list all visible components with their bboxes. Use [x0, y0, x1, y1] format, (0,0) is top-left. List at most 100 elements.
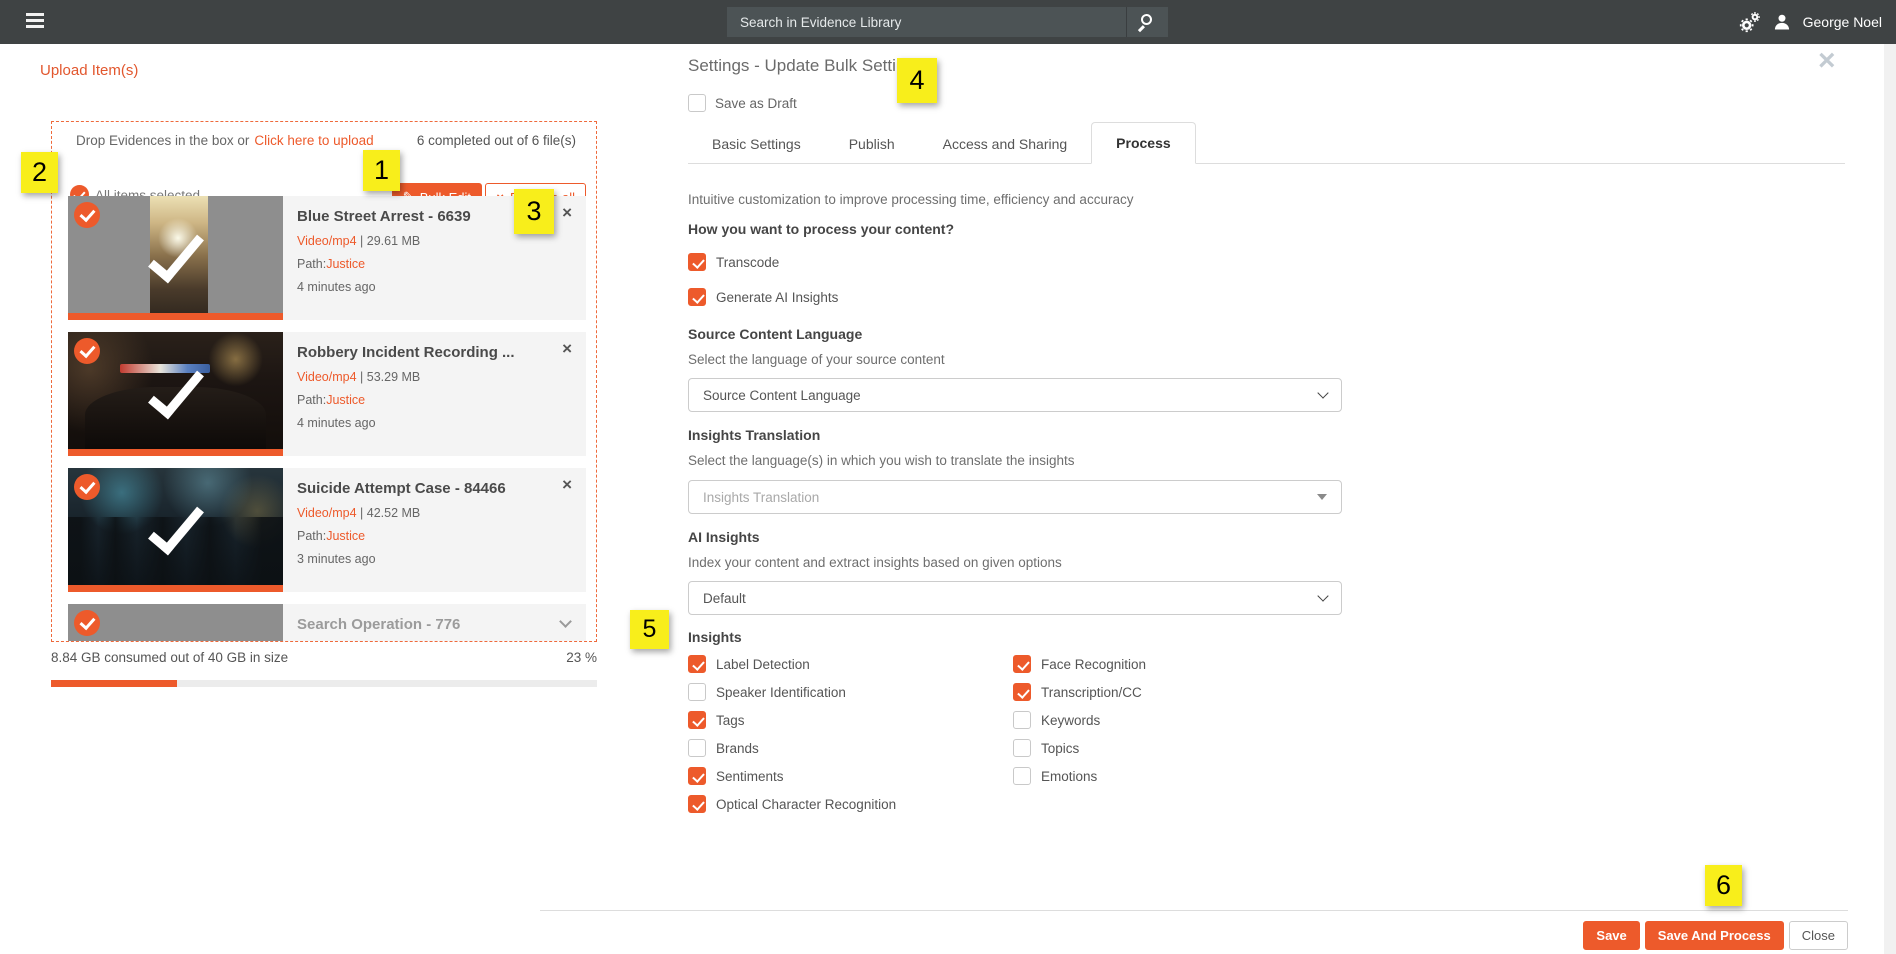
generate-ai-insights-option-row: Generate AI Insights [688, 288, 838, 306]
insights-column-right: Face Recognition Transcription/CC Keywor… [1013, 655, 1146, 785]
settings-panel-title: Settings - Update Bulk Settings [688, 56, 923, 76]
source-language-label: Source Content Language [688, 326, 862, 342]
emotions-checkbox[interactable] [1013, 767, 1031, 785]
save-as-draft-label: Save as Draft [715, 96, 797, 111]
transcription-cc-checkbox[interactable] [1013, 683, 1031, 701]
annotation-4: 4 [897, 58, 937, 103]
item-title: Search Operation - 776 [297, 616, 547, 633]
save-and-process-button[interactable]: Save And Process [1645, 921, 1784, 950]
annotation-1: 1 [363, 150, 400, 191]
close-icon[interactable]: × [1818, 46, 1836, 76]
item-details: Suicide Attempt Case - 84466 Video/mp4 |… [297, 468, 586, 592]
footer-divider [540, 910, 1848, 911]
annotation-3: 3 [514, 189, 554, 234]
storage-progress-fill [51, 680, 177, 687]
process-intro-text: Intuitive customization to improve proce… [688, 192, 1133, 207]
ocr-checkbox[interactable] [688, 795, 706, 813]
process-question: How you want to process your content? [688, 221, 954, 237]
item-type: Video/mp4 [297, 234, 357, 248]
list-item[interactable]: Blue Street Arrest - 6639 Video/mp4 | 29… [68, 196, 586, 320]
insights-translation-select[interactable]: Insights Translation [688, 480, 1342, 514]
drop-instructions-row: Drop Evidences in the box or Click here … [76, 133, 576, 148]
insight-option-row: Face Recognition [1013, 655, 1146, 673]
insight-option-row: Optical Character Recognition [688, 795, 896, 813]
upload-completed-count: 6 completed out of 6 file(s) [417, 133, 576, 148]
insight-option-row: Transcription/CC [1013, 683, 1146, 701]
path-value: Justice [326, 257, 365, 271]
selected-check-icon [74, 202, 100, 228]
drop-instructions-text: Drop Evidences in the box or [76, 133, 249, 148]
path-label: Path: [297, 529, 326, 543]
source-language-value: Source Content Language [703, 388, 861, 403]
footer-buttons: Save Save And Process Close [1583, 921, 1848, 950]
face-recognition-checkbox[interactable] [1013, 655, 1031, 673]
tags-checkbox[interactable] [688, 711, 706, 729]
video-thumbnail [68, 196, 283, 320]
speaker-identification-checkbox[interactable] [688, 683, 706, 701]
magnifier-glyph [1141, 14, 1152, 25]
insight-checkbox-label: Label Detection [716, 657, 810, 672]
source-language-select[interactable]: Source Content Language [688, 378, 1342, 412]
tab-process[interactable]: Process [1091, 122, 1195, 164]
search-icon[interactable] [1126, 7, 1168, 37]
user-name[interactable]: George Noel [1803, 14, 1882, 30]
tab-basic-settings[interactable]: Basic Settings [688, 124, 825, 164]
remove-item-icon[interactable]: × [562, 204, 572, 221]
insight-checkbox-label: Transcription/CC [1041, 685, 1142, 700]
list-item[interactable]: Search Operation - 776 [68, 604, 586, 642]
annotation-5: 5 [630, 610, 669, 649]
list-item[interactable]: Robbery Incident Recording ... Video/mp4… [68, 332, 586, 456]
item-size: 42.52 MB [367, 506, 421, 520]
item-type: Video/mp4 [297, 506, 357, 520]
topics-checkbox[interactable] [1013, 739, 1031, 757]
hamburger-menu-icon[interactable] [26, 13, 44, 31]
upload-items-title: Upload Item(s) [40, 62, 138, 79]
user-avatar-icon[interactable] [1772, 12, 1792, 32]
search-input[interactable] [727, 7, 1126, 37]
label-detection-checkbox[interactable] [688, 655, 706, 673]
keywords-checkbox[interactable] [1013, 711, 1031, 729]
upload-progress-strip [68, 585, 283, 592]
list-item[interactable]: Suicide Attempt Case - 84466 Video/mp4 |… [68, 468, 586, 592]
annotation-6: 6 [1705, 865, 1742, 906]
path-value: Justice [326, 393, 365, 407]
insight-option-row: Speaker Identification [688, 683, 896, 701]
topbar: George Noel [0, 0, 1896, 44]
insight-option-row: Label Detection [688, 655, 896, 673]
path-value: Justice [326, 529, 365, 543]
insight-checkbox-label: Emotions [1041, 769, 1097, 784]
item-details: Search Operation - 776 [297, 604, 586, 642]
upload-progress-strip [68, 313, 283, 320]
tab-publish[interactable]: Publish [825, 124, 919, 164]
chevron-down-icon [1317, 387, 1328, 398]
generate-ai-insights-checkbox[interactable] [688, 288, 706, 306]
insights-translation-helper: Select the language(s) in which you wish… [688, 453, 1074, 468]
insights-column-left: Label Detection Speaker Identification T… [688, 655, 896, 813]
page-scrollbar[interactable] [1884, 44, 1896, 954]
save-button[interactable]: Save [1583, 921, 1639, 950]
gears-glyph [1739, 11, 1761, 33]
sentiments-checkbox[interactable] [688, 767, 706, 785]
video-thumbnail [68, 468, 283, 592]
remove-item-icon[interactable]: × [562, 340, 572, 357]
insight-option-row: Topics [1013, 739, 1146, 757]
brands-checkbox[interactable] [688, 739, 706, 757]
tab-access-and-sharing[interactable]: Access and Sharing [919, 124, 1092, 164]
selection-toolbar: All items selected ✎ Bulk Edit × Remove … [70, 152, 596, 184]
insight-checkbox-label: Topics [1041, 741, 1079, 756]
storage-usage-row: 8.84 GB consumed out of 40 GB in size 23… [51, 650, 597, 665]
item-time: 3 minutes ago [297, 552, 586, 566]
ai-insights-select[interactable]: Default [688, 581, 1342, 615]
save-as-draft-row: Save as Draft [688, 94, 797, 112]
upload-progress-strip [68, 449, 283, 456]
close-button[interactable]: Close [1789, 921, 1848, 950]
remove-item-icon[interactable]: × [562, 476, 572, 493]
transcode-checkbox[interactable] [688, 253, 706, 271]
upload-items-list: Blue Street Arrest - 6639 Video/mp4 | 29… [68, 196, 586, 642]
insight-checkbox-label: Brands [716, 741, 759, 756]
gears-icon[interactable] [1739, 11, 1761, 33]
click-to-upload-link[interactable]: Click here to upload [254, 133, 373, 148]
insight-checkbox-label: Optical Character Recognition [716, 797, 896, 812]
save-as-draft-checkbox[interactable] [688, 94, 706, 112]
insight-option-row: Sentiments [688, 767, 896, 785]
